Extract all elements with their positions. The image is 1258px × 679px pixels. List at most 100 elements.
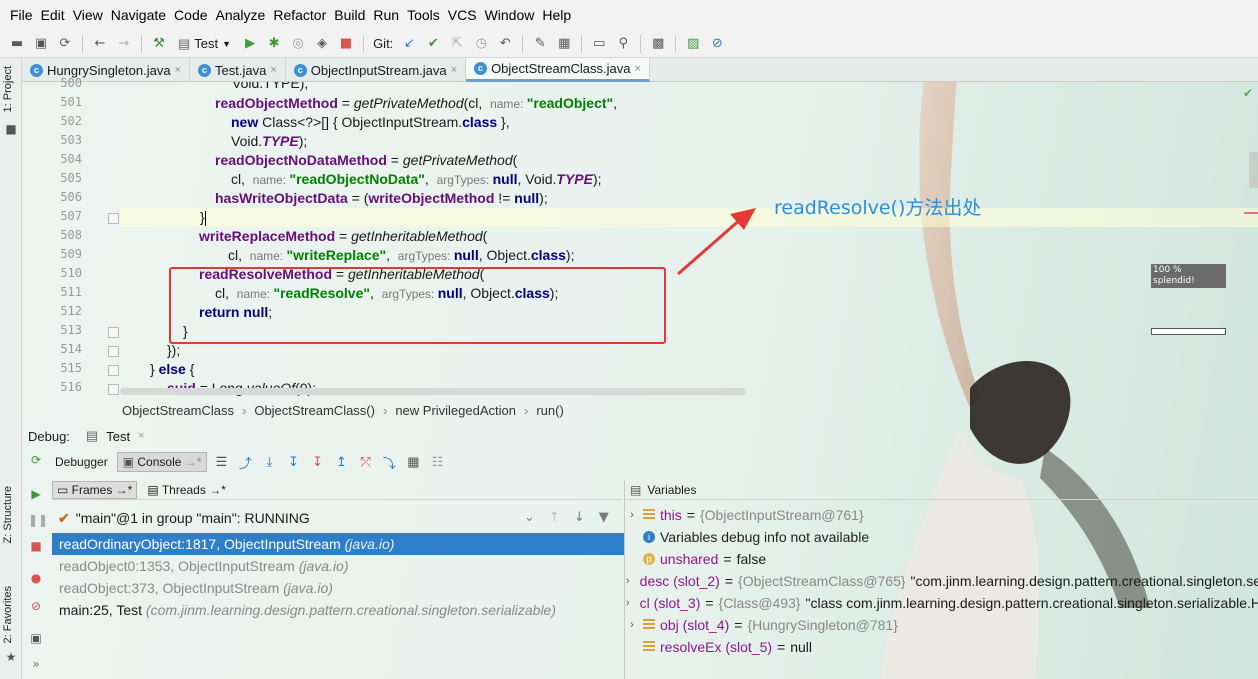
fold-marker-icon[interactable] (108, 365, 119, 376)
fold-marker-icon[interactable] (108, 346, 119, 357)
stack-frame[interactable]: readObject0:1353, ObjectInputStream (jav… (52, 555, 624, 577)
variable-row[interactable]: › cl (slot_3) = {Class@493} "class com.j… (626, 592, 1258, 614)
breadcrumb-item[interactable]: ObjectStreamClass (122, 403, 234, 418)
close-icon[interactable]: × (175, 64, 181, 76)
menu-help[interactable]: Help (538, 7, 575, 23)
horizontal-scrollbar[interactable] (120, 388, 746, 395)
expand-arrow-icon[interactable]: › (626, 509, 638, 521)
stop-icon[interactable]: ■ (335, 33, 357, 55)
favorites-tool-tab[interactable]: 2: Favorites (2, 586, 14, 643)
stop-icon[interactable]: ■ (28, 538, 44, 554)
forward-arrow-icon[interactable]: → (113, 33, 135, 55)
step-into-icon[interactable]: ↧ (283, 452, 303, 472)
structure-tool-tab[interactable]: Z: Structure (2, 486, 14, 543)
step-over-icon[interactable]: ⤓ (259, 452, 279, 472)
variable-row[interactable]: › this = {ObjectInputStream@761} (626, 504, 1258, 526)
project-structure-icon[interactable]: ▦ (553, 33, 575, 55)
sync-icon[interactable]: ⟳ (54, 33, 76, 55)
menu-view[interactable]: View (69, 7, 107, 23)
rerun-icon[interactable]: ⟳ (28, 452, 44, 468)
menu-run[interactable]: Run (369, 7, 403, 23)
breadcrumb-item[interactable]: new PrivilegedAction (395, 403, 516, 418)
tab-threads[interactable]: ▤ Threads →* (143, 482, 230, 498)
variable-row[interactable]: › obj (slot_4) = {HungrySingleton@781} (626, 614, 1258, 636)
git-push-icon[interactable]: ⇱ (446, 33, 468, 55)
profile-icon[interactable]: ◈ (311, 33, 333, 55)
down-arrow-icon[interactable]: ↓ (574, 510, 585, 525)
close-icon[interactable]: × (635, 63, 641, 75)
variable-row[interactable]: › desc (slot_2) = {ObjectStreamClass@765… (626, 570, 1258, 592)
error-stripe-mark[interactable] (1244, 212, 1258, 214)
more-icon[interactable]: » (28, 656, 44, 672)
git-rollback-icon[interactable]: ↶ (494, 33, 516, 55)
resume-icon[interactable]: ▶ (28, 486, 44, 502)
menu-edit[interactable]: Edit (37, 7, 69, 23)
search-icon[interactable]: ⚲ (612, 33, 634, 55)
camera-icon[interactable]: ▣ (28, 630, 44, 646)
menu-build[interactable]: Build (330, 7, 369, 23)
power-save-icon[interactable]: ⊘ (706, 33, 728, 55)
debug-config-tab[interactable]: Test (106, 429, 130, 444)
stack-frame[interactable]: readOrdinaryObject:1817, ObjectInputStre… (52, 533, 624, 555)
save-icon[interactable]: ▣ (30, 33, 52, 55)
tab-console[interactable]: ▣ Console →* (116, 452, 208, 472)
close-icon[interactable]: × (270, 64, 276, 76)
variable-row[interactable]: i Variables debug info not available (626, 526, 1258, 548)
pause-icon[interactable]: ❚❚ (28, 512, 48, 528)
vertical-scroll-thumb[interactable] (1249, 152, 1258, 188)
run-to-cursor-icon[interactable]: ⤵ (379, 452, 399, 472)
debug-bug-icon[interactable]: ✱ (263, 33, 285, 55)
settings-wrench-icon[interactable]: ✎ (529, 33, 551, 55)
panel-divider[interactable] (624, 480, 625, 679)
evaluate-expression-icon[interactable]: ▦ (403, 452, 423, 472)
tab-object-stream-class[interactable]: c ObjectStreamClass.java × (466, 58, 650, 82)
build-hammer-icon[interactable]: ⚒ (148, 33, 170, 55)
breadcrumb-item[interactable]: ObjectStreamClass() (254, 403, 375, 418)
tab-frames[interactable]: ▭ Frames →* (52, 480, 138, 499)
expand-arrow-icon[interactable]: › (626, 575, 630, 587)
menu-window[interactable]: Window (481, 7, 539, 23)
terminal-icon[interactable]: ▭ (588, 33, 610, 55)
tab-debugger[interactable]: Debugger (50, 453, 113, 471)
menu-refactor[interactable]: Refactor (269, 7, 330, 23)
stack-frame[interactable]: readObject:373, ObjectInputStream (java.… (52, 577, 624, 599)
force-step-into-icon[interactable]: ↧ (307, 452, 327, 472)
open-folder-icon[interactable]: ▬ (6, 33, 28, 55)
run-icon[interactable]: ▶ (239, 33, 261, 55)
view-breakpoints-icon[interactable]: ● (28, 570, 44, 586)
inspection-ok-icon[interactable]: ✔ (1243, 86, 1253, 100)
git-update-icon[interactable]: ↙ (398, 33, 420, 55)
drop-frame-icon[interactable]: ⤱ (355, 452, 375, 472)
menu-file[interactable]: File (6, 7, 37, 23)
project-tool-tab[interactable]: 1: Project (2, 66, 14, 112)
close-icon[interactable]: × (451, 64, 457, 76)
tab-test[interactable]: c Test.java × (190, 58, 286, 82)
tab-object-input-stream[interactable]: c ObjectInputStream.java × (286, 58, 467, 82)
coverage-icon[interactable]: ◎ (287, 33, 309, 55)
activity-monitor-icon[interactable]: ▨ (682, 33, 704, 55)
variable-row[interactable]: p unshared = false (626, 548, 1258, 570)
git-commit-icon[interactable]: ✔ (422, 33, 444, 55)
show-execution-point-icon[interactable]: ⤴ (235, 452, 255, 472)
fold-marker-icon[interactable] (108, 327, 119, 338)
git-history-icon[interactable]: ◷ (470, 33, 492, 55)
stack-frame[interactable]: main:25, Test (com.jinm.learning.design.… (52, 599, 624, 621)
up-arrow-icon[interactable]: ↑ (549, 510, 560, 525)
breadcrumb-item[interactable]: run() (536, 403, 563, 418)
close-icon[interactable]: × (138, 430, 144, 442)
menu-tools[interactable]: Tools (403, 7, 444, 23)
step-out-icon[interactable]: ↥ (331, 452, 351, 472)
menu-lines-icon[interactable]: ☰ (211, 452, 231, 472)
back-arrow-icon[interactable]: ← (89, 33, 111, 55)
menu-vcs[interactable]: VCS (444, 7, 481, 23)
filter-icon[interactable]: ▼ (599, 510, 609, 525)
run-configuration-select[interactable]: ▤ Test ▼ (172, 33, 237, 55)
variable-row[interactable]: resolveEx (slot_5) = null (626, 636, 1258, 658)
menu-navigate[interactable]: Navigate (107, 7, 170, 23)
fold-marker-icon[interactable] (108, 213, 119, 224)
trace-icon[interactable]: ☷ (427, 452, 447, 472)
expand-arrow-icon[interactable]: › (626, 619, 638, 631)
tasks-icon[interactable]: ▩ (647, 33, 669, 55)
expand-arrow-icon[interactable]: › (626, 597, 630, 609)
menu-analyze[interactable]: Analyze (212, 7, 270, 23)
